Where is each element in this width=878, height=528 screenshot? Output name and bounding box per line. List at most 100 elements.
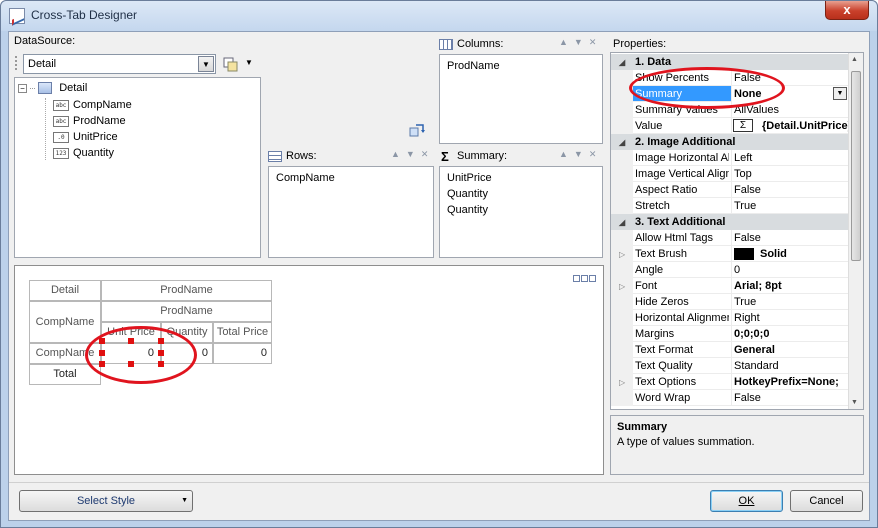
property-summary[interactable]: Summary None ▼	[611, 86, 849, 102]
scroll-down-icon[interactable]: ▼	[851, 399, 858, 406]
selection-handle[interactable]	[99, 350, 105, 356]
collapse-icon[interactable]: −	[18, 83, 27, 93]
chevron-down-icon[interactable]: ▼	[833, 87, 847, 100]
expand-icon[interactable]: ▷	[619, 378, 625, 387]
tree-field-quantity[interactable]: 123 Quantity	[53, 147, 114, 163]
ok-button[interactable]: OK	[710, 490, 783, 512]
expand-icon[interactable]: ▷	[619, 250, 625, 259]
datasource-combo[interactable]: Detail ▼	[23, 54, 216, 74]
selection-handle[interactable]	[158, 350, 164, 356]
property-value[interactable]: False	[731, 230, 849, 246]
quantity-column-cell[interactable]: Quantity	[161, 322, 213, 343]
scroll-thumb[interactable]	[851, 71, 861, 261]
selection-handle[interactable]	[99, 338, 105, 344]
expression-sigma-icon[interactable]: Σ	[733, 119, 753, 132]
property-hide-zeros[interactable]: Hide Zeros True	[611, 294, 849, 310]
chevron-down-icon[interactable]: ▼	[198, 56, 214, 72]
selection-handle[interactable]	[158, 361, 164, 367]
category-image-additional[interactable]: ◢ 2. Image Additional	[611, 134, 849, 150]
swap-rows-columns-icon[interactable]	[409, 122, 425, 138]
expand-icon[interactable]: ▷	[619, 282, 625, 291]
property-value[interactable]: AllValues	[731, 102, 849, 118]
scroll-up-icon[interactable]: ▲	[851, 56, 858, 63]
property-value[interactable]: Standard	[731, 358, 849, 374]
collapse-icon[interactable]: ◢	[619, 58, 625, 67]
property-text-brush[interactable]: ▷ Text Brush Solid	[611, 246, 849, 262]
preview-options-icon[interactable]	[573, 274, 597, 282]
property-value[interactable]: True	[731, 198, 849, 214]
cancel-button[interactable]: Cancel	[790, 490, 863, 512]
property-horizontal-alignment[interactable]: Horizontal Alignment Right	[611, 310, 849, 326]
total-price-value-cell[interactable]: 0	[213, 343, 272, 364]
property-grid-scrollbar[interactable]: ▲ ▼	[848, 53, 863, 409]
datasource-tools-dropdown-icon[interactable]: ▼	[245, 58, 253, 67]
summary-panel-controls-icon[interactable]: ▲▼✕	[559, 149, 602, 160]
selection-handle[interactable]	[128, 361, 134, 367]
property-value[interactable]: Arial; 8pt	[731, 278, 849, 294]
property-image-vertical-alignment[interactable]: Image Vertical Alignment Top	[611, 166, 849, 182]
property-value[interactable]: False	[731, 182, 849, 198]
property-aspect-ratio[interactable]: Aspect Ratio False	[611, 182, 849, 198]
property-value[interactable]: HotkeyPrefix=None;	[731, 374, 849, 390]
select-style-button[interactable]: Select Style ▼	[19, 490, 193, 512]
property-text-quality[interactable]: Text Quality Standard	[611, 358, 849, 374]
property-allow-html-tags[interactable]: Allow Html Tags False	[611, 230, 849, 246]
property-stretch[interactable]: Stretch True	[611, 198, 849, 214]
chevron-down-icon[interactable]: ▼	[181, 491, 188, 511]
property-grid[interactable]: ◢ 1. Data Show Percents False Summary No…	[610, 52, 864, 410]
category-text-additional[interactable]: ◢ 3. Text Additional	[611, 214, 849, 230]
property-font[interactable]: ▷ Font Arial; 8pt	[611, 278, 849, 294]
category-data[interactable]: ◢ 1. Data	[611, 54, 849, 70]
property-value[interactable]: Left	[731, 150, 849, 166]
compname-row-cell[interactable]: CompName	[29, 343, 101, 364]
collapse-icon[interactable]: ◢	[619, 218, 625, 227]
title-bar[interactable]: Cross-Tab Designer x	[1, 1, 877, 31]
prodname-header-cell[interactable]: ProdName	[101, 280, 272, 301]
selection-handle[interactable]	[128, 338, 134, 344]
property-value[interactable]: Right	[731, 310, 849, 326]
rows-list[interactable]: CompName	[268, 166, 434, 258]
list-item[interactable]: CompName	[276, 172, 335, 184]
list-item[interactable]: Quantity	[447, 204, 488, 216]
datasource-tools-icon[interactable]	[223, 56, 239, 72]
selection-handle[interactable]	[99, 361, 105, 367]
close-button[interactable]: x	[825, 1, 869, 20]
property-angle[interactable]: Angle 0	[611, 262, 849, 278]
property-image-horizontal-alignment[interactable]: Image Horizontal Alignment Left	[611, 150, 849, 166]
property-show-percents[interactable]: Show Percents False	[611, 70, 849, 86]
summary-value-dropdown[interactable]: None	[731, 86, 849, 102]
property-summary-values[interactable]: Summary Values AllValues	[611, 102, 849, 118]
property-value[interactable]: False	[731, 390, 849, 406]
list-item[interactable]: Quantity	[447, 188, 488, 200]
list-item[interactable]: ProdName	[447, 60, 500, 72]
quantity-value-cell[interactable]: 0	[161, 343, 213, 364]
tree-node-detail[interactable]: − Detail	[18, 82, 87, 98]
property-value[interactable]: True	[731, 294, 849, 310]
property-word-wrap[interactable]: Word Wrap False	[611, 390, 849, 406]
selection-handle[interactable]	[158, 338, 164, 344]
property-text-options[interactable]: ▷ Text Options HotkeyPrefix=None;	[611, 374, 849, 390]
summary-list[interactable]: UnitPrice Quantity Quantity	[439, 166, 603, 258]
detail-cell[interactable]: Detail	[29, 280, 101, 301]
property-value[interactable]: Value {Detail.UnitPrice} Σ	[611, 118, 849, 134]
tree-field-prodname[interactable]: abc ProdName	[53, 115, 126, 131]
property-value[interactable]: General	[731, 342, 849, 358]
columns-list[interactable]: ProdName	[439, 54, 603, 144]
rows-panel-controls-icon[interactable]: ▲▼✕	[391, 149, 434, 160]
property-value[interactable]: 0;0;0;0	[731, 326, 849, 342]
list-item[interactable]: UnitPrice	[447, 172, 492, 184]
collapse-icon[interactable]: ◢	[619, 138, 625, 147]
compname-header-cell[interactable]: CompName	[29, 301, 101, 343]
crosstab-preview[interactable]: Detail ProdName CompName ProdName Unit P…	[14, 265, 604, 475]
property-text-format[interactable]: Text Format General	[611, 342, 849, 358]
property-value[interactable]: False	[731, 70, 849, 86]
total-row-cell[interactable]: Total	[29, 364, 101, 385]
columns-panel-controls-icon[interactable]: ▲▼✕	[559, 37, 602, 48]
property-value[interactable]: Top	[731, 166, 849, 182]
total-price-column-cell[interactable]: Total Price	[213, 322, 272, 343]
tree-field-compname[interactable]: abc CompName	[53, 99, 132, 115]
prodname-sub-cell[interactable]: ProdName	[101, 301, 272, 322]
property-margins[interactable]: Margins 0;0;0;0	[611, 326, 849, 342]
tree-field-unitprice[interactable]: .0 UnitPrice	[53, 131, 118, 147]
property-value[interactable]: 0	[731, 262, 849, 278]
